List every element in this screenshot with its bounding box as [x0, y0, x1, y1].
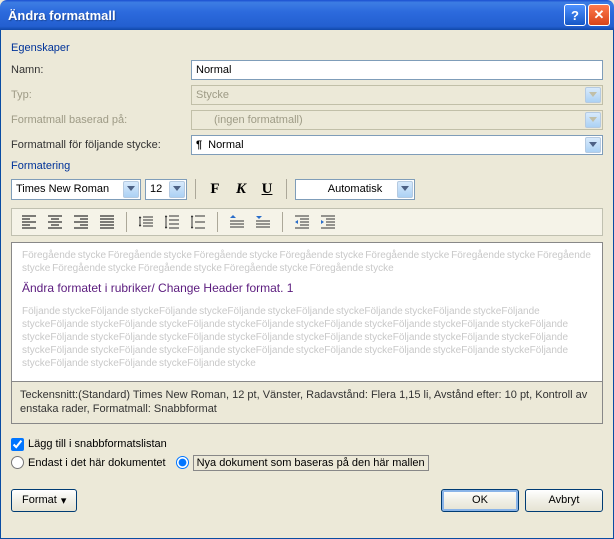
titlebar: Ändra formatmall ? ✕ [0, 0, 614, 30]
line-spacing-2-button[interactable] [187, 211, 209, 233]
align-right-button[interactable] [70, 211, 92, 233]
size-value: 12 [150, 183, 162, 195]
format-button[interactable]: Format ▾ [11, 489, 77, 512]
preview-after: Följande styckeFöljande styckeFöljande s… [22, 305, 592, 370]
bold-button[interactable]: F [204, 178, 226, 200]
close-button[interactable]: ✕ [588, 4, 610, 26]
newdocs-radio[interactable] [176, 456, 189, 469]
color-combo[interactable]: Automatisk [295, 179, 415, 200]
quicklist-label: Lägg till i snabbformatslistan [28, 438, 167, 450]
window-title: Ändra formatmall [4, 8, 562, 23]
cancel-button[interactable]: Avbryt [525, 489, 603, 512]
size-combo[interactable]: 12 [145, 179, 187, 200]
chevron-down-icon [585, 112, 601, 128]
basedon-label: Formatmall baserad på: [11, 114, 191, 126]
chevron-down-icon [123, 181, 139, 198]
chevron-down-icon [585, 137, 601, 153]
basedon-combo: (ingen formatmall) [191, 110, 603, 130]
separator [195, 179, 196, 199]
chevron-down-icon [169, 181, 185, 198]
quicklist-checkbox[interactable] [11, 438, 24, 451]
separator [217, 212, 218, 232]
space-before-dec-button[interactable] [252, 211, 274, 233]
color-value: Automatisk [328, 183, 382, 195]
chevron-down-icon [397, 181, 413, 198]
basedon-value: (ingen formatmall) [214, 114, 303, 126]
name-input[interactable] [191, 60, 603, 80]
help-button[interactable]: ? [564, 4, 586, 26]
type-combo: Stycke [191, 85, 603, 105]
type-value: Stycke [196, 89, 229, 101]
newdocs-label: Nya dokument som baseras på den här mall… [193, 455, 429, 471]
format-button-label: Format [22, 494, 57, 506]
thisdoc-label: Endast i det här dokumentet [28, 457, 166, 469]
align-justify-button[interactable] [96, 211, 118, 233]
style-description: Teckensnitt:(Standard) Times New Roman, … [11, 382, 603, 424]
preview-pane: Föregående stycke Föregående stycke Före… [11, 242, 603, 382]
underline-button[interactable]: U [256, 178, 278, 200]
paragraph-toolbar [11, 208, 603, 236]
font-combo[interactable]: Times New Roman [11, 179, 141, 200]
chevron-down-icon: ▾ [61, 494, 67, 507]
preview-before: Föregående stycke Föregående stycke Före… [22, 249, 592, 275]
separator [286, 179, 287, 199]
font-value: Times New Roman [16, 183, 109, 195]
italic-button[interactable]: K [230, 178, 252, 200]
type-label: Typ: [11, 89, 191, 101]
space-before-inc-button[interactable] [226, 211, 248, 233]
properties-heading: Egenskaper [11, 42, 603, 54]
align-center-button[interactable] [44, 211, 66, 233]
indent-increase-button[interactable] [317, 211, 339, 233]
thisdoc-radio[interactable] [11, 456, 24, 469]
line-spacing-1-button[interactable] [135, 211, 157, 233]
chevron-down-icon [585, 87, 601, 103]
line-spacing-15-button[interactable] [161, 211, 183, 233]
nextstyle-combo[interactable]: ¶ Normal [191, 135, 603, 155]
align-left-button[interactable] [18, 211, 40, 233]
separator [126, 212, 127, 232]
nextstyle-value: Normal [208, 139, 243, 151]
separator [282, 212, 283, 232]
nextstyle-label: Formatmall för följande stycke: [11, 139, 191, 151]
pilcrow-icon: ¶ [196, 139, 202, 151]
indent-decrease-button[interactable] [291, 211, 313, 233]
ok-button[interactable]: OK [441, 489, 519, 512]
name-label: Namn: [11, 64, 191, 76]
formatting-heading: Formatering [11, 160, 603, 172]
preview-sample: Ändra formatet i rubriker/ Change Header… [22, 281, 592, 295]
